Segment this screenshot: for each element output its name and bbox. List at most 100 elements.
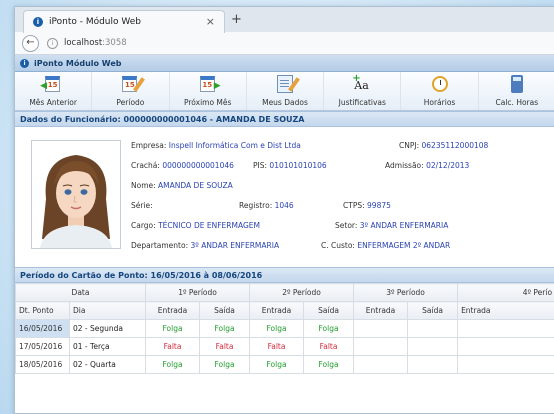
period-table: Data 1º Período 2º Período 3º Período 4º… <box>15 283 554 374</box>
exit-cell: Falta <box>303 337 355 356</box>
empty-cell <box>353 355 409 374</box>
clock-icon <box>429 75 451 95</box>
favicon-icon: i <box>33 17 43 27</box>
setor-label: Setor: <box>335 221 358 230</box>
column-header-day[interactable]: Dia <box>68 301 147 320</box>
date-cell: 17/05/2016 <box>15 337 70 356</box>
column-header-out-3[interactable]: Saída <box>407 301 459 320</box>
custo-label: C. Custo: <box>321 241 355 250</box>
url-port: :3058 <box>102 38 127 48</box>
column-header-in-3[interactable]: Entrada <box>353 301 409 320</box>
calc-hours-button[interactable]: Calc. Horas <box>479 72 554 110</box>
avatar-illustration <box>32 141 120 248</box>
prev-month-label: Mês Anterior <box>29 98 77 107</box>
departamento-value: 3º ANDAR ENFERMARIA <box>190 241 280 250</box>
cargo-row: Cargo: TÉCNICO DE ENFERMAGEM <box>131 221 260 230</box>
calculator-icon <box>506 75 528 95</box>
cargo-label: Cargo: <box>131 221 156 230</box>
registro-row: Registro: 1046 <box>239 201 294 210</box>
cnpj-label: CNPJ: <box>399 141 420 150</box>
address-bar: ← i localhost:3058 <box>15 32 554 55</box>
calc-hours-label: Calc. Horas <box>495 98 539 107</box>
entry-cell: Folga <box>145 355 201 374</box>
entry-cell: Folga <box>249 319 305 338</box>
day-cell: 01 - Terça <box>68 337 147 356</box>
calendar-page: 15 <box>45 76 61 92</box>
date-cell: 16/05/2016 <box>15 319 70 338</box>
browser-window: i iPonto - Módulo Web × + ← i localhost:… <box>14 6 554 414</box>
column-header-out-2[interactable]: Saída <box>303 301 355 320</box>
column-header-in-1[interactable]: Entrada <box>145 301 201 320</box>
empresa-value: Inspell Informática Com e Dist Ltda <box>168 141 301 150</box>
entry-cell: Falta <box>249 337 305 356</box>
cnpj-value: 06235112000108 <box>421 141 489 150</box>
app-logo-icon: i <box>20 58 29 68</box>
pis-label: PIS: <box>253 161 268 170</box>
registro-value: 1046 <box>274 201 294 210</box>
group-header-period-2: 2º Período <box>249 283 355 302</box>
employee-section-header: Dados do Funcionário: 000000000001046 - … <box>15 111 554 127</box>
tab-title: iPonto - Módulo Web <box>49 17 141 27</box>
column-header-in-2[interactable]: Entrada <box>249 301 305 320</box>
employee-photo <box>31 140 121 249</box>
ctps-label: CTPS: <box>343 201 365 210</box>
justifications-label: Justificativas <box>338 98 386 107</box>
table-row[interactable]: 17/05/2016 01 - Terça Falta Falta Falta … <box>15 337 554 356</box>
departamento-row: Departamento: 3º ANDAR ENFERMARIA <box>131 241 279 250</box>
browser-tab[interactable]: i iPonto - Módulo Web × <box>23 10 225 33</box>
empty-cell <box>353 337 409 356</box>
calendar-page: 15 <box>199 76 215 92</box>
serie-label: Série: <box>131 201 153 210</box>
empty-cell <box>407 337 459 356</box>
justifications-button[interactable]: + Aa Justificativas <box>324 72 402 110</box>
serie-row: Série: <box>131 201 153 210</box>
add-text-icon: + Aa <box>352 73 369 92</box>
cnpj-row: CNPJ: 06235112000108 <box>399 141 488 150</box>
group-header-row: Data 1º Período 2º Período 3º Período 4º… <box>15 283 554 302</box>
column-header-out-1[interactable]: Saída <box>199 301 251 320</box>
period-button[interactable]: 15 Período <box>92 72 170 110</box>
column-header-in-4[interactable]: Entrada <box>457 301 554 320</box>
nome-row: Nome: AMANDA DE SOUZA <box>131 181 233 190</box>
custo-row: C. Custo: ENFERMAGEM 2º ANDAR <box>321 241 450 250</box>
url-field[interactable]: localhost:3058 <box>64 38 127 48</box>
back-button[interactable]: ← <box>22 34 39 52</box>
next-month-button[interactable]: 15 ▶ Próximo Mês <box>170 72 247 110</box>
tab-close-icon[interactable]: × <box>206 15 215 28</box>
group-header-data: Data <box>15 283 147 302</box>
period-label: Período <box>116 98 145 107</box>
nome-value: AMANDA DE SOUZA <box>158 181 233 190</box>
site-info-icon[interactable]: i <box>47 37 58 49</box>
exit-cell: Folga <box>199 355 251 374</box>
exit-cell: Falta <box>199 337 251 356</box>
app-header: i iPonto Módulo Web <box>15 55 554 72</box>
calendar-edit-icon: 15 <box>119 75 146 95</box>
new-tab-button[interactable]: + <box>231 12 242 27</box>
cracha-label: Crachá: <box>131 161 160 170</box>
empty-cell <box>407 319 459 338</box>
toolbar: 15 ◀ Mês Anterior 15 Período 15 ▶ Próxim… <box>15 72 554 111</box>
tab-strip: i iPonto - Módulo Web × + <box>15 7 554 33</box>
admissao-label: Admissão: <box>385 161 424 170</box>
empty-cell <box>457 337 554 356</box>
table-row[interactable]: 16/05/2016 02 - Segunda Folga Folga Folg… <box>15 319 554 338</box>
admissao-value: 02/12/2013 <box>426 161 470 170</box>
group-header-period-4: 4º Perío <box>457 283 554 302</box>
setor-value: 3º ANDAR ENFERMARIA <box>359 221 449 230</box>
next-month-label: Próximo Mês <box>183 98 232 107</box>
pis-row: PIS: 010101010106 <box>253 161 327 170</box>
my-data-button[interactable]: Meus Dados <box>247 72 325 110</box>
cracha-value: 000000000001046 <box>162 161 234 170</box>
admissao-row: Admissão: 02/12/2013 <box>385 161 469 170</box>
period-section-header: Período do Cartão de Ponto: 16/05/2016 à… <box>15 267 554 283</box>
schedules-button[interactable]: Horários <box>401 72 479 110</box>
url-host: localhost <box>64 38 103 48</box>
empty-cell <box>457 355 554 374</box>
column-header-date[interactable]: Dt. Ponto <box>15 301 70 320</box>
table-row[interactable]: 18/05/2016 02 - Quarta Folga Folga Folga… <box>15 355 554 374</box>
exit-cell: Folga <box>303 355 355 374</box>
app-title: iPonto Módulo Web <box>34 58 122 68</box>
entry-cell: Falta <box>145 337 201 356</box>
schedules-label: Horários <box>423 98 456 107</box>
prev-month-button[interactable]: 15 ◀ Mês Anterior <box>15 72 93 110</box>
